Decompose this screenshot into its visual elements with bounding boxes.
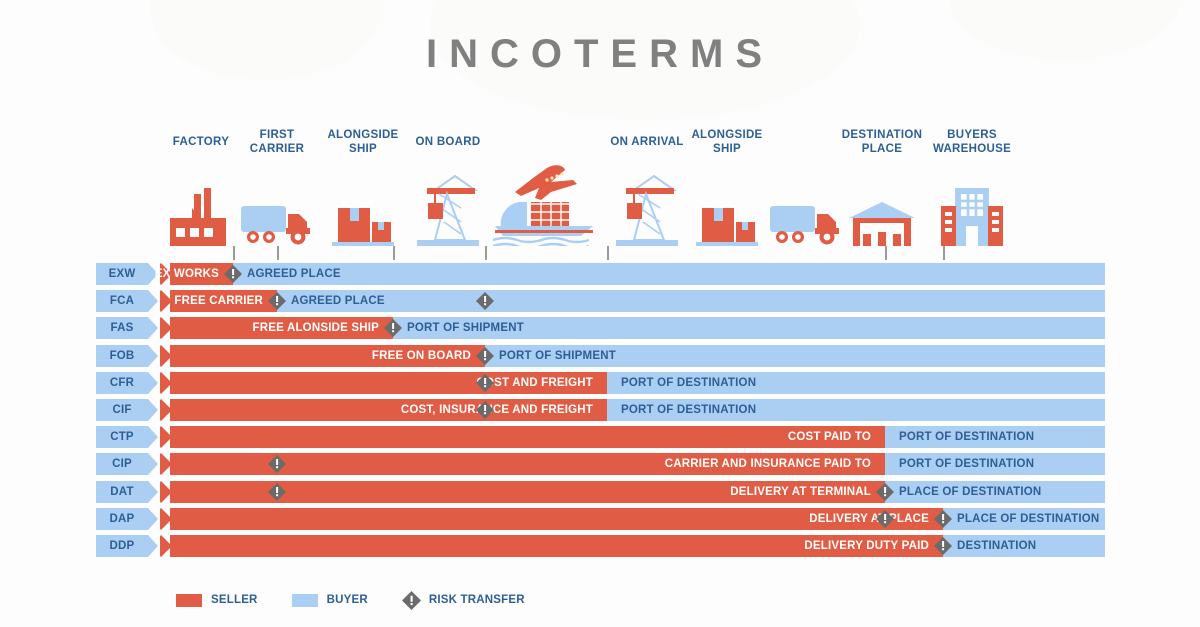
seller-label: FREE ALONSIDE SHIP <box>252 322 379 335</box>
risk-transfer-icon <box>476 401 494 419</box>
cargo-boxes-icon <box>696 200 758 251</box>
incoterm-code-fob: FOB <box>96 344 158 367</box>
axis-tick <box>233 246 235 260</box>
buyer-label: AGREED PLACE <box>247 268 341 280</box>
seller-label: DELIVERY AT TERMINAL <box>730 485 871 498</box>
crane-icon <box>616 172 678 251</box>
incoterm-row[interactable]: CTP COST PAID TO PORT OF DESTINATION <box>96 426 1105 449</box>
incoterm-code-ddp: DDP <box>96 535 158 557</box>
crane-icon <box>417 172 479 251</box>
truck-icon <box>241 202 313 251</box>
stage-icons <box>0 160 1200 250</box>
incoterm-row[interactable]: CIP CARRIER AND INSURANCE PAID TO PORT OF … <box>96 453 1105 476</box>
incoterm-row[interactable]: CFR COST AND FREIGHT PORT OF DESTINATION <box>96 371 1105 394</box>
buyer-swatch <box>291 593 318 607</box>
risk-transfer-icon <box>268 482 286 501</box>
seller-swatch <box>176 593 202 607</box>
warehouse-icon <box>849 202 915 251</box>
buyer-label: PORT OF DESTINATION <box>621 404 757 416</box>
stage-header-on-board: ON BOARD <box>415 136 481 148</box>
incoterm-code-cfr: CFR <box>96 371 158 394</box>
buyer-label: PORT OF DESTINATION <box>899 458 1035 471</box>
seller-label: FREE CARRIER <box>174 295 263 308</box>
cargo-boxes-icon <box>332 200 394 251</box>
seller-label: FREE ON BOARD <box>371 349 471 362</box>
chart-legend: SELLER BUYER RISK TRANSFER <box>176 590 559 610</box>
risk-transfer-icon <box>268 455 286 474</box>
buyer-label: AGREED PLACE <box>291 295 385 308</box>
incoterm-code-exw: EXW <box>96 263 158 285</box>
buyer-label: DESTINATION <box>957 540 1037 552</box>
incoterm-code-cif: CIF <box>96 399 158 421</box>
incoterm-code-dat: DAT <box>96 480 158 503</box>
axis-tick <box>607 246 609 260</box>
risk-transfer-icon <box>476 346 494 365</box>
buyer-label: PORT OF DESTINATION <box>899 431 1035 444</box>
axis-tick <box>393 246 395 260</box>
risk-transfer-icon <box>876 482 894 501</box>
stage-header-buyers-warehouse: BUYERS WAREHOUSE <box>932 129 1012 155</box>
risk-transfer-icon <box>384 319 402 338</box>
stage-header-alongside-ship: ALONGSIDE SHIP <box>691 129 763 155</box>
seller-segment <box>160 426 885 449</box>
incoterm-row[interactable]: FCA FREE CARRIER AGREED PLACE <box>96 290 1105 313</box>
buyer-segment <box>277 290 1105 313</box>
risk-transfer-icon <box>476 373 494 392</box>
seller-label: DELIVERY AT PLACE <box>809 512 929 525</box>
seller-label: COST PAID TO <box>787 431 871 444</box>
axis-tick <box>277 246 279 260</box>
buyer-label: PORT OF DESTINATION <box>621 376 757 389</box>
seller-label: CARRIER AND INSURANCE PAID TO <box>664 458 871 471</box>
buyer-label: PLACE OF DESTINATION <box>957 512 1100 525</box>
axis-tick <box>943 246 945 260</box>
buyer-label: PORT OF SHIPMENT <box>499 349 616 362</box>
factory-icon <box>170 188 232 251</box>
incoterm-row[interactable]: DAT DELIVERY AT TERMINAL PLACE OF DESTINAT… <box>96 480 1105 503</box>
risk-transfer-icon <box>401 590 421 610</box>
incoterm-code-fas: FAS <box>96 317 158 340</box>
seller-label: DELIVERY DUTY PAID <box>804 540 929 552</box>
axis-tick <box>485 246 487 260</box>
legend-item-seller: SELLER <box>176 593 258 607</box>
risk-transfer-icon <box>224 265 242 283</box>
incoterm-row[interactable]: FAS FREE ALONSIDE SHIP PORT OF SHIPMENT <box>96 317 1105 340</box>
buyer-segment <box>233 263 1105 285</box>
risk-transfer-icon <box>476 292 494 311</box>
legend-item-buyer: BUYER <box>291 593 368 607</box>
buyer-label: PLACE OF DESTINATION <box>899 485 1042 498</box>
incoterm-code-cip: CIP <box>96 453 158 476</box>
risk-transfer-icon <box>268 292 286 311</box>
risk-transfer-icon <box>934 537 952 555</box>
legend-item-risk-transfer: RISK TRANSFER <box>401 590 525 610</box>
incoterm-row[interactable]: DDP DELIVERY DUTY PAID DESTINATION <box>96 535 1105 557</box>
incoterm-code-fca: FCA <box>96 290 158 313</box>
incoterm-code-dap: DAP <box>96 507 158 530</box>
incoterm-row[interactable]: EXW EX WORKS AGREED PLACE <box>96 263 1105 285</box>
office-building-icon <box>941 186 1003 251</box>
risk-transfer-icon <box>876 509 894 528</box>
truck-icon <box>770 202 842 251</box>
incoterm-code-ctp: CTP <box>96 426 158 449</box>
seller-label: EX WORKS <box>154 268 219 280</box>
buyer-label: PORT OF SHIPMENT <box>407 322 524 335</box>
risk-transfer-icon <box>934 509 952 528</box>
ship-plane-icon <box>492 162 613 251</box>
incoterm-row[interactable]: FOB FREE ON BOARD PORT OF SHIPMENT <box>96 344 1105 367</box>
axis-tick <box>885 246 887 260</box>
legend-label-risk-transfer: RISK TRANSFER <box>428 594 525 606</box>
page-title: INCOTERMS <box>426 32 774 76</box>
legend-label-seller: SELLER <box>211 594 258 606</box>
incoterm-row[interactable]: DAP DELIVERY AT PLACE PLACE OF DESTINATION <box>96 507 1105 530</box>
legend-label-buyer: BUYER <box>326 594 368 606</box>
incoterm-row[interactable]: CIF COST, INSURANCE AND FREIGHT PORT OF DE… <box>96 399 1105 421</box>
seller-label: COST, INSURANCE AND FREIGHT <box>400 404 593 416</box>
incoterms-chart: EXW EX WORKS AGREED PLACE FCA FREE CARRIER AG… <box>0 246 1200 557</box>
